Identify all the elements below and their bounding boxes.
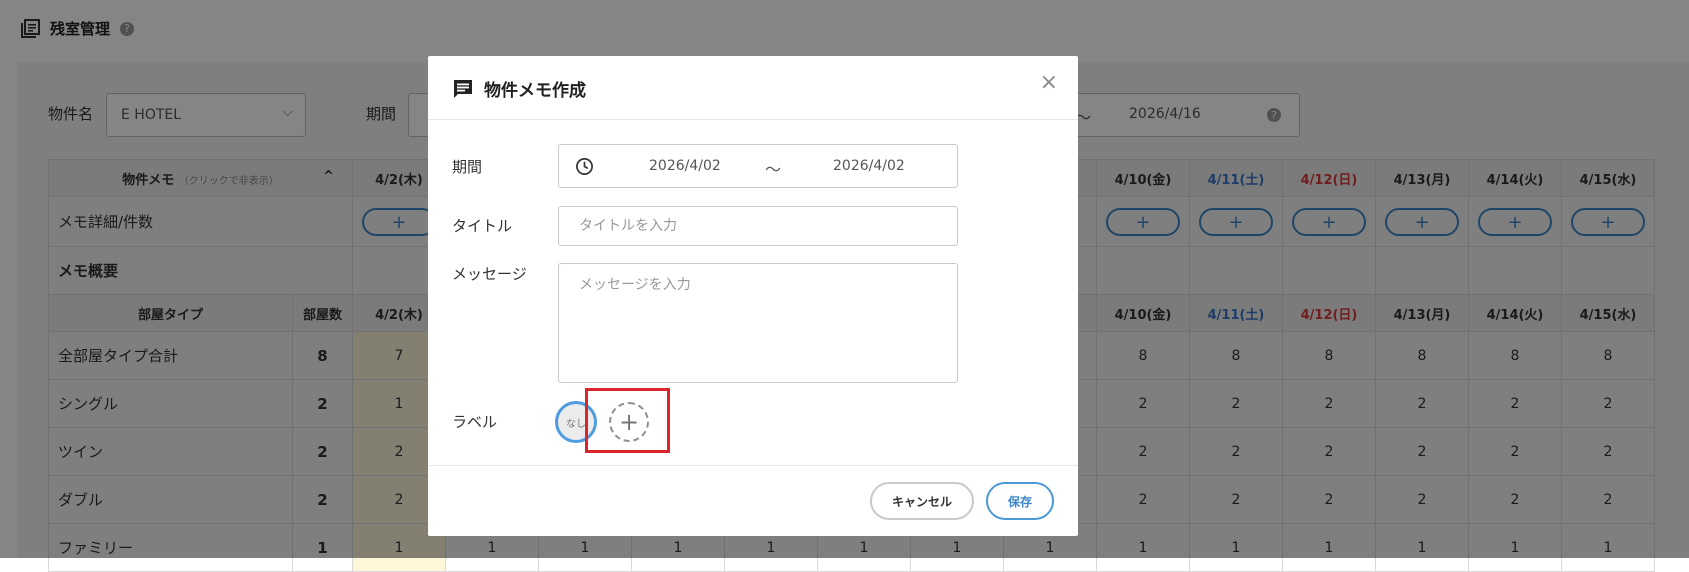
message-label: メッセージ bbox=[452, 265, 527, 283]
dialog-title-group: 物件メモ作成 bbox=[452, 76, 586, 101]
title-input[interactable] bbox=[558, 206, 958, 246]
clock-icon bbox=[576, 158, 593, 175]
period-label: 期間 bbox=[452, 158, 483, 176]
label-label: ラベル bbox=[452, 413, 498, 431]
dialog-footer bbox=[428, 465, 1078, 537]
title-label: タイトル bbox=[452, 217, 513, 235]
date-separator: 〜 bbox=[765, 160, 782, 179]
label-none-text: なし bbox=[566, 418, 586, 430]
memo-create-dialog: 物件メモ作成 × 期間 2026/4/02 〜 2026/4/02 タイトル メ… bbox=[428, 56, 1078, 536]
dialog-header: 物件メモ作成 × bbox=[428, 56, 1078, 120]
end-date[interactable]: 2026/4/02 bbox=[833, 158, 905, 174]
highlight-box bbox=[585, 388, 670, 453]
start-date[interactable]: 2026/4/02 bbox=[649, 158, 721, 174]
message-icon bbox=[454, 79, 472, 98]
save-button[interactable]: 保存 bbox=[986, 482, 1054, 520]
cancel-button[interactable]: キャンセル bbox=[870, 482, 974, 520]
close-icon[interactable]: × bbox=[1040, 70, 1058, 95]
dialog-title: 物件メモ作成 bbox=[484, 81, 586, 101]
date-range-field[interactable]: 2026/4/02 〜 2026/4/02 bbox=[558, 144, 958, 188]
message-textarea[interactable] bbox=[558, 263, 958, 383]
